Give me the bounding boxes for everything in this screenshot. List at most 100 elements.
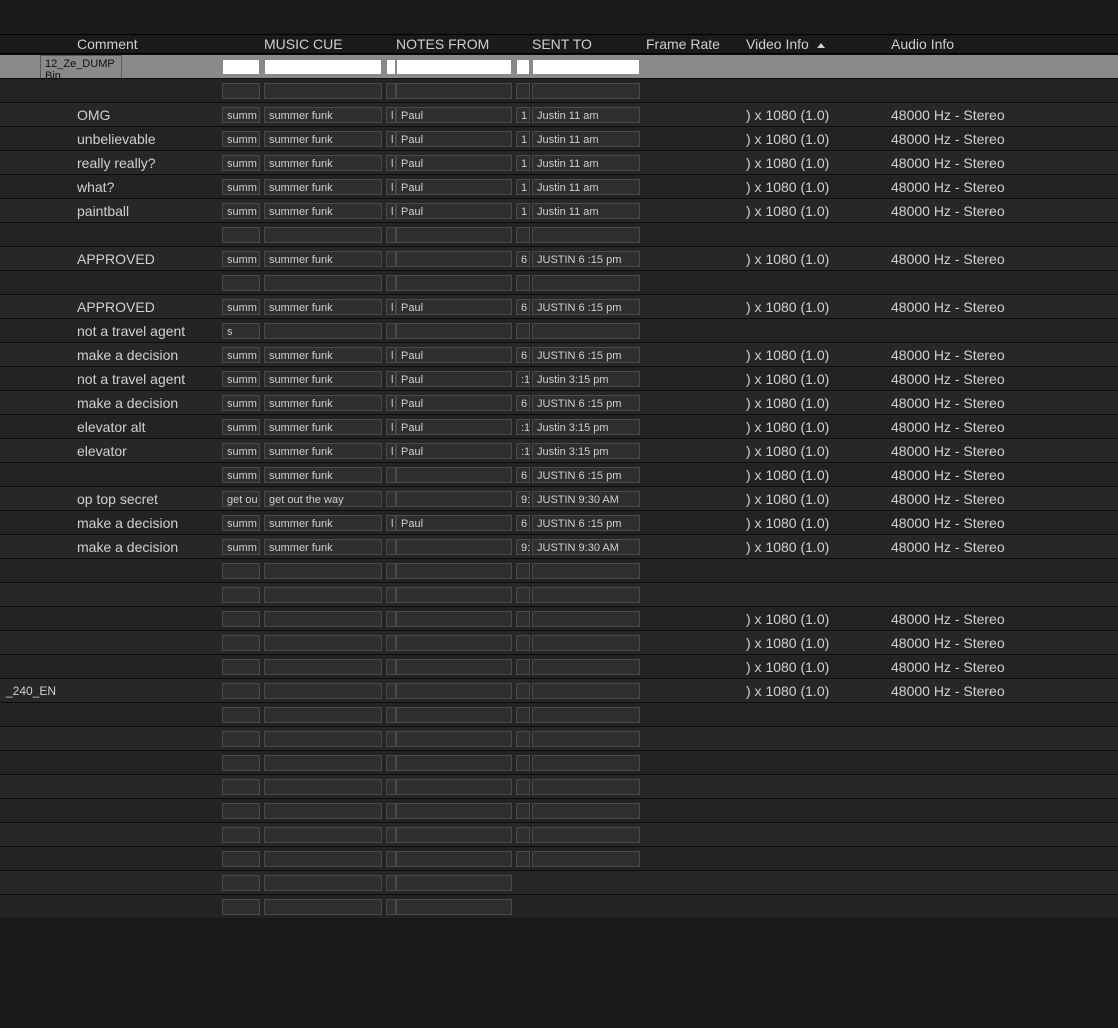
cell-music-cue-a[interactable]	[222, 59, 260, 75]
cell-music-cue-a[interactable]: summ	[222, 395, 260, 411]
table-row[interactable]: 12_Ze_DUMP Bin	[0, 54, 1118, 78]
table-row[interactable]	[0, 750, 1118, 774]
cell-music-cue-b[interactable]: summer funk	[264, 299, 382, 315]
cell-notes-from-a[interactable]	[386, 851, 396, 867]
cell-music-cue-b[interactable]: summer funk	[264, 131, 382, 147]
cell-notes-from-a[interactable]	[386, 251, 396, 267]
cell-notes-from-b[interactable]: Paul	[396, 443, 512, 459]
cell-music-cue-b[interactable]: summer funk	[264, 395, 382, 411]
cell-notes-from-a[interactable]	[386, 659, 396, 675]
cell-music-cue-b[interactable]	[264, 563, 382, 579]
cell-music-cue-a[interactable]	[222, 851, 260, 867]
table-row[interactable]: make a decisionsummsummer funklPaul6 ::J…	[0, 390, 1118, 414]
cell-sent-to-a[interactable]: 1 a	[516, 131, 530, 147]
cell-music-cue-a[interactable]	[222, 875, 260, 891]
table-row[interactable]	[0, 798, 1118, 822]
table-row[interactable]: APPROVEDsummsummer funklPaul6 ::JUSTIN 6…	[0, 294, 1118, 318]
cell-music-cue-b[interactable]: summer funk	[264, 515, 382, 531]
table-row[interactable]	[0, 846, 1118, 870]
cell-notes-from-b[interactable]: Paul	[396, 515, 512, 531]
cell-music-cue-b[interactable]: summer funk	[264, 179, 382, 195]
cell-sent-to-a[interactable]	[516, 731, 530, 747]
cell-sent-to-a[interactable]	[516, 275, 530, 291]
cell-music-cue-a[interactable]: summ	[222, 179, 260, 195]
table-row[interactable]: elevator altsummsummer funklPaul:15Justi…	[0, 414, 1118, 438]
cell-sent-to-b[interactable]: Justin 11 am	[532, 131, 640, 147]
cell-music-cue-a[interactable]	[222, 275, 260, 291]
cell-music-cue-a[interactable]: summ	[222, 539, 260, 555]
cell-music-cue-a[interactable]	[222, 803, 260, 819]
cell-sent-to-a[interactable]	[516, 851, 530, 867]
cell-music-cue-a[interactable]: summ	[222, 515, 260, 531]
cell-music-cue-b[interactable]	[264, 803, 382, 819]
cell-sent-to-a[interactable]	[516, 227, 530, 243]
cell-sent-to-a[interactable]: :15	[516, 443, 530, 459]
cell-sent-to-a[interactable]: 9:3	[516, 491, 530, 507]
cell-sent-to-a[interactable]	[516, 83, 530, 99]
cell-sent-to-b[interactable]: JUSTIN 6 :15 pm	[532, 467, 640, 483]
cell-sent-to-a[interactable]: 6 ::	[516, 395, 530, 411]
cell-notes-from-b[interactable]	[396, 251, 512, 267]
cell-sent-to-b[interactable]	[532, 635, 640, 651]
cell-sent-to-a[interactable]: 6 ::	[516, 347, 530, 363]
cell-sent-to-a[interactable]: 6 ::	[516, 515, 530, 531]
cell-music-cue-b[interactable]	[264, 707, 382, 723]
cell-music-cue-a[interactable]	[222, 659, 260, 675]
table-row[interactable]	[0, 222, 1118, 246]
cell-notes-from-b[interactable]: Paul	[396, 395, 512, 411]
cell-sent-to-a[interactable]	[516, 779, 530, 795]
cell-notes-from-b[interactable]: Paul	[396, 419, 512, 435]
cell-notes-from-a[interactable]: l	[386, 179, 396, 195]
cell-sent-to-b[interactable]	[532, 659, 640, 675]
col-header-comment[interactable]: Comment	[75, 36, 222, 52]
col-header-notes[interactable]: NOTES FROM	[396, 36, 516, 52]
cell-notes-from-a[interactable]	[386, 731, 396, 747]
cell-notes-from-b[interactable]	[396, 323, 512, 339]
cell-music-cue-b[interactable]	[264, 683, 382, 699]
cell-music-cue-a[interactable]: summ	[222, 107, 260, 123]
cell-notes-from-a[interactable]	[386, 491, 396, 507]
cell-music-cue-b[interactable]: get out the way	[264, 491, 382, 507]
cell-notes-from-b[interactable]: Paul	[396, 155, 512, 171]
cell-music-cue-a[interactable]: summ	[222, 347, 260, 363]
cell-sent-to-b[interactable]: JUSTIN 9:30 AM	[532, 491, 640, 507]
cell-sent-to-b[interactable]	[532, 275, 640, 291]
cell-sent-to-a[interactable]: 1 a	[516, 179, 530, 195]
cell-music-cue-b[interactable]: summer funk	[264, 419, 382, 435]
cell-sent-to-b[interactable]: JUSTIN 6 :15 pm	[532, 299, 640, 315]
table-row[interactable]	[0, 774, 1118, 798]
col-header-sent[interactable]: SENT TO	[532, 36, 646, 52]
table-row[interactable]: really really?summsummer funklPaul1 aJus…	[0, 150, 1118, 174]
cell-notes-from-b[interactable]	[396, 227, 512, 243]
col-header-video[interactable]: Video Info	[746, 36, 891, 52]
table-row[interactable]: paintballsummsummer funklPaul1 aJustin 1…	[0, 198, 1118, 222]
cell-notes-from-a[interactable]	[386, 827, 396, 843]
cell-sent-to-b[interactable]	[532, 323, 640, 339]
cell-music-cue-a[interactable]	[222, 731, 260, 747]
table-row[interactable]	[0, 582, 1118, 606]
cell-music-cue-b[interactable]: summer funk	[264, 347, 382, 363]
cell-sent-to-b[interactable]	[532, 587, 640, 603]
cell-notes-from-a[interactable]	[386, 899, 396, 915]
cell-music-cue-b[interactable]: summer funk	[264, 155, 382, 171]
cell-music-cue-b[interactable]	[264, 755, 382, 771]
cell-music-cue-a[interactable]: summ	[222, 443, 260, 459]
cell-sent-to-b[interactable]	[532, 683, 640, 699]
cell-notes-from-b[interactable]	[396, 803, 512, 819]
cell-music-cue-a[interactable]: summ	[222, 131, 260, 147]
table-row[interactable]	[0, 558, 1118, 582]
cell-notes-from-b[interactable]	[396, 779, 512, 795]
cell-sent-to-b[interactable]: Justin 11 am	[532, 155, 640, 171]
cell-notes-from-b[interactable]: Paul	[396, 203, 512, 219]
cell-music-cue-b[interactable]	[264, 659, 382, 675]
cell-sent-to-b[interactable]	[532, 851, 640, 867]
cell-notes-from-a[interactable]	[386, 539, 396, 555]
table-row[interactable]: APPROVEDsummsummer funk6 ::JUSTIN 6 :15 …	[0, 246, 1118, 270]
cell-music-cue-b[interactable]	[264, 827, 382, 843]
cell-sent-to-a[interactable]: 6 ::	[516, 251, 530, 267]
cell-sent-to-b[interactable]: JUSTIN 6 :15 pm	[532, 347, 640, 363]
cell-music-cue-b[interactable]: summer funk	[264, 107, 382, 123]
cell-music-cue-b[interactable]: summer funk	[264, 539, 382, 555]
cell-sent-to-b[interactable]	[532, 563, 640, 579]
cell-notes-from-a[interactable]: l	[386, 419, 396, 435]
